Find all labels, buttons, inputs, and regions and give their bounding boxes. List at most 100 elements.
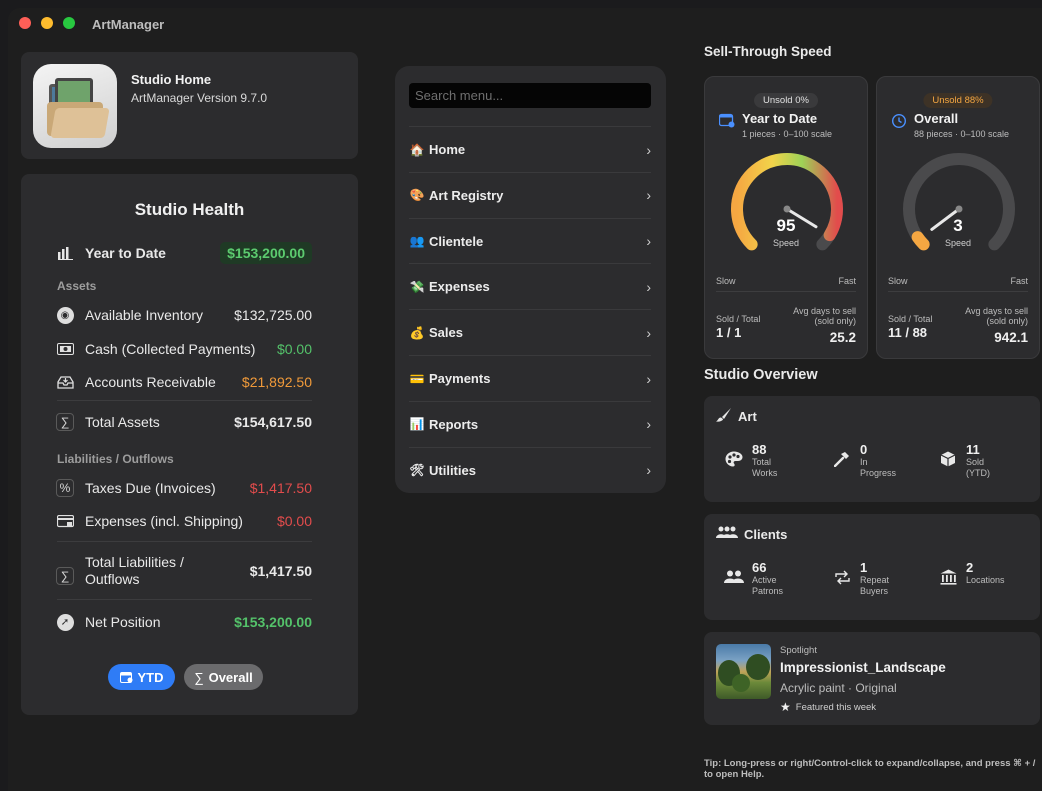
folder-front-icon xyxy=(50,108,110,138)
card-icon xyxy=(55,511,75,531)
studio-overview-title: Studio Overview xyxy=(704,367,818,383)
search-input[interactable]: Search menu... xyxy=(409,83,651,108)
slow-label: Slow xyxy=(716,276,736,286)
money-wings-icon: 💸 xyxy=(409,279,425,294)
menu-item-label: Utilities xyxy=(429,462,476,478)
banknote-icon xyxy=(55,339,75,359)
chevron-right-icon: › xyxy=(646,278,651,295)
percent-icon: % xyxy=(55,478,75,498)
menu-item-label: Sales xyxy=(429,325,463,341)
active-patrons-stat: 66 Active Patrons xyxy=(724,560,783,597)
palette-icon: 🎨 xyxy=(409,188,425,203)
expenses-label: Expenses (incl. Shipping) xyxy=(85,513,243,529)
stat-value: 0 xyxy=(860,442,868,457)
ytd-toggle-label: YTD xyxy=(137,669,164,685)
net-position-row: ➚ Net Position $153,200.00 xyxy=(55,612,312,632)
menu-item-art-registry[interactable]: 🎨 Art Registry › xyxy=(409,171,651,218)
menu-item-label: Home xyxy=(429,142,466,157)
overall-gauge-card[interactable]: Unsold 88% Overall 88 pieces · 0–100 sca… xyxy=(876,76,1040,359)
chevron-right-icon: › xyxy=(646,233,651,250)
menu-item-reports[interactable]: 📊 Reports › xyxy=(409,400,651,447)
sold-total-label: Sold / Total xyxy=(888,314,933,324)
stat-value: 1 xyxy=(860,560,868,575)
palette-icon xyxy=(724,449,744,469)
overall-toggle-label: Overall xyxy=(208,669,253,685)
menu-item-label: Expenses xyxy=(429,279,490,295)
cash-row: Cash (Collected Payments) $0.00 xyxy=(55,339,312,359)
chevron-right-icon: › xyxy=(646,187,651,204)
liabilities-header: Liabilities / Outflows xyxy=(57,452,174,466)
ytd-value: $153,200.00 xyxy=(220,242,312,264)
chevron-right-icon: › xyxy=(646,324,651,341)
stat-label-1: Active xyxy=(752,575,777,585)
in-progress-stat: 0 In Progress xyxy=(832,442,896,479)
gauge-value: 95 xyxy=(776,216,796,235)
menu-item-home[interactable]: 🏠 Home › xyxy=(409,126,651,172)
app-version: ArtManager Version 9.7.0 xyxy=(131,91,268,105)
sum-icon: ∑ xyxy=(55,412,75,432)
repeat-buyers-stat: 1 Repeat Buyers xyxy=(832,560,889,597)
sold-total-value: 1 / 1 xyxy=(716,325,742,340)
hammer-icon xyxy=(832,449,852,469)
stat-label-1: In xyxy=(860,457,868,467)
menu-item-clientele[interactable]: 👥 Clientele › xyxy=(409,217,651,264)
menu-item-utilities[interactable]: 🛠 Utilities › xyxy=(409,446,651,493)
tray-icon xyxy=(55,372,75,392)
people-icon: 👥 xyxy=(409,234,425,249)
sold-ytd-stat: 11 Sold (YTD) xyxy=(938,442,990,479)
house-icon: 🏠 xyxy=(409,142,425,157)
inventory-icon: ◉ xyxy=(55,305,75,325)
sum-icon: ∑ xyxy=(194,669,204,685)
art-overview-card[interactable]: Art 88 Total Works 0 In Progress 11 Sold… xyxy=(704,396,1040,502)
ytd-gauge-card[interactable]: Unsold 0% Year to Date 1 pieces · 0–100 … xyxy=(704,76,868,359)
stat-label-2: Progress xyxy=(860,468,897,478)
divider xyxy=(57,400,312,401)
studio-health-title: Studio Health xyxy=(134,200,245,219)
stat-label-1: Total xyxy=(752,457,772,467)
close-window-button[interactable] xyxy=(19,17,31,29)
star-icon: ★ xyxy=(780,700,791,714)
gauge-speed-label: Speed xyxy=(944,238,972,248)
menu-card: Search menu... 🏠 Home › 🎨 Art Registry › 👥 Clie… xyxy=(395,66,666,493)
menu-item-sales[interactable]: 💰 Sales › xyxy=(409,309,651,355)
menu-item-expenses[interactable]: 💸 Expenses › xyxy=(409,263,651,309)
locations-stat: 2 Locations xyxy=(938,560,1005,587)
ytd-row: Year to Date $153,200.00 xyxy=(57,242,312,264)
net-position-label: Net Position xyxy=(85,614,161,630)
gauge-icon: ➚ xyxy=(55,612,75,632)
title-bar: ArtManager xyxy=(8,8,1042,42)
clients-overview-card[interactable]: Clients 66 Active Patrons 1 Repeat Buyer… xyxy=(704,514,1040,620)
cash-label: Cash (Collected Payments) xyxy=(85,341,256,357)
app-icon xyxy=(33,64,117,148)
ytd-toggle-button[interactable]: YTD xyxy=(108,664,175,690)
receivable-label: Accounts Receivable xyxy=(85,374,216,390)
app-window: ArtManager Studio Home ArtManager Versio… xyxy=(8,8,1042,791)
spotlight-card[interactable]: Spotlight Impressionist_Landscape Acryli… xyxy=(704,632,1040,725)
total-assets-value: $154,617.50 xyxy=(234,414,312,430)
expenses-value: $0.00 xyxy=(276,513,312,529)
calendar-icon xyxy=(119,672,132,683)
window-title: ArtManager xyxy=(92,17,165,32)
avg-days-label: Avg days to sell (sold only) xyxy=(965,306,1028,326)
menu-item-label: Payments xyxy=(429,371,491,386)
gauge-subtitle: 1 pieces · 0–100 scale xyxy=(742,129,833,139)
overall-toggle-button[interactable]: ∑ Overall xyxy=(184,664,263,690)
stat-value: 88 xyxy=(752,442,767,457)
studio-name: Studio Home xyxy=(131,72,212,87)
bar-chart-icon: 📊 xyxy=(409,417,425,432)
divider xyxy=(57,541,312,542)
unsold-badge: Unsold 88% xyxy=(923,93,993,108)
gauge-title: Overall xyxy=(914,111,959,126)
help-tip: Tip: Long-press or right/Control-click t… xyxy=(704,758,1036,780)
tools-icon: 🛠 xyxy=(409,463,425,478)
artwork-thumbnail xyxy=(716,644,771,699)
avg-days-label: Avg days to sell (sold only) xyxy=(793,306,856,326)
menu-item-payments[interactable]: 💳 Payments › xyxy=(409,355,651,401)
minimize-window-button[interactable] xyxy=(41,17,53,29)
featured-row: ★ Featured this week xyxy=(780,700,876,714)
zoom-window-button[interactable] xyxy=(63,17,75,29)
stat-label-2: (YTD) xyxy=(966,468,990,478)
menu-item-label: Art Registry xyxy=(429,187,504,203)
studio-home-card: Studio Home ArtManager Version 9.7.0 xyxy=(21,52,358,159)
gauge-speed-label: Speed xyxy=(772,238,800,248)
